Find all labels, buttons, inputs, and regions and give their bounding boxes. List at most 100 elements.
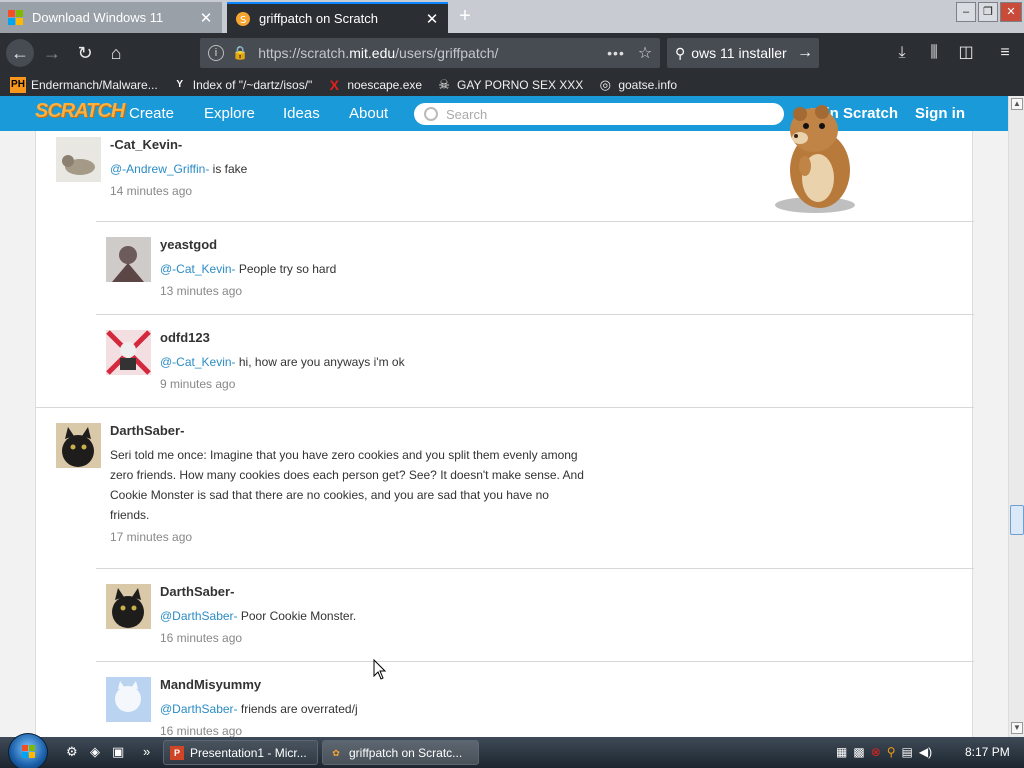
back-button[interactable]: ← [6,39,34,67]
menu-icon[interactable]: ≡ [991,39,1019,67]
scroll-up-arrow-icon[interactable]: ▲ [1011,98,1023,110]
avatar[interactable] [56,423,101,468]
avatar[interactable] [56,137,101,182]
mention-link[interactable]: @DarthSaber- [160,702,238,716]
desktop-quick-icon[interactable]: ▣ [112,744,124,760]
ph-icon: PH [10,76,26,93]
nav-ideas[interactable]: Ideas [283,96,320,131]
sign-in-link[interactable]: Sign in [915,96,965,131]
comment-body: People try so hard [235,262,337,276]
nav-explore[interactable]: Explore [204,96,255,131]
avatar[interactable] [106,237,151,282]
tray-app-icon[interactable]: ▦ [836,745,847,759]
url-domain: mit.edu [349,45,396,61]
bookmark-item[interactable]: PH Endermanch/Malware... [10,76,158,93]
task-label: griffpatch on Scratc... [349,745,463,760]
tray-app-icon[interactable]: ▩ [853,745,864,759]
comment-author[interactable]: odfd123 [160,330,210,345]
bookmark-star-icon[interactable]: ☆ [630,43,660,63]
bookmark-item[interactable]: ☠ GAY PORNO SEX XXX [436,77,583,93]
quick-launch-icon[interactable]: ⚙ [66,744,78,760]
powerpoint-icon: P [170,745,184,760]
close-tab-icon[interactable]: ✕ [198,9,214,27]
comment-author[interactable]: DarthSaber- [110,423,184,438]
new-tab-button[interactable]: + [452,5,478,29]
tab-download-windows[interactable]: Download Windows 11 ✕ [0,2,222,33]
search-go-icon[interactable]: → [797,44,819,62]
system-tray: ▦ ▩ ⊗ ⚲ ▤ ◀) [836,745,932,759]
comment-text: @DarthSaber- friends are overrated/j [160,699,640,719]
comment-author[interactable]: DarthSaber- [160,584,234,599]
task-presentation[interactable]: P Presentation1 - Micr... [163,740,318,765]
mention-link[interactable]: @-Cat_Kevin- [160,262,236,276]
tab-title: Download Windows 11 [32,10,164,25]
comment-text: @-Cat_Kevin- hi, how are you anyways i'm… [160,352,640,372]
bookmark-item[interactable]: Xnoescape.exe [326,77,422,93]
clock[interactable]: 8:17 PM [965,745,1010,759]
tray-error-icon[interactable]: ⊗ [871,745,881,759]
nav-about[interactable]: About [349,96,388,131]
tray-volume-icon[interactable]: ◀) [919,745,932,759]
window-controls: – ❐ ✕ [956,2,1022,22]
tab-griffpatch[interactable]: S griffpatch on Scratch ✕ [227,2,448,33]
browser-quick-icon[interactable]: ◈ [90,744,100,760]
task-scratch[interactable]: ✿ griffpatch on Scratc... [322,740,479,765]
comment-text: @-Cat_Kevin- People try so hard [160,259,640,279]
avatar[interactable] [106,330,151,375]
start-button[interactable] [8,733,48,768]
bookmark-label: GAY PORNO SEX XXX [457,77,584,92]
lock-icon: 🔒 [232,45,249,60]
tab-title: griffpatch on Scratch [259,11,378,26]
scratch-logo[interactable]: SCRATCH [35,100,125,123]
skull-icon: ☠ [438,76,450,92]
scroll-down-arrow-icon[interactable]: ▼ [1011,722,1023,734]
avatar[interactable] [106,584,151,629]
mention-link[interactable]: @-Andrew_Griffin- [110,162,209,176]
home-button[interactable]: ⌂ [102,39,130,67]
bookmark-label: Endermanch/Malware... [31,77,158,92]
comment-time: 16 minutes ago [160,631,243,645]
comment-author[interactable]: -Cat_Kevin- [110,137,182,152]
forward-button[interactable]: → [38,39,66,67]
divider [96,661,974,662]
scratch-task-icon: ✿ [332,747,340,758]
url-path: /users/griffpatch/ [395,45,499,61]
page-actions-icon[interactable]: ••• [602,45,630,61]
info-icon[interactable]: i [208,45,224,61]
downloads-icon[interactable]: ⤓ [888,39,916,67]
avatar[interactable] [106,677,151,722]
tray-network-icon[interactable]: ▤ [902,745,913,759]
comment-body: Poor Cookie Monster. [237,609,357,623]
tray-search-icon[interactable]: ⚲ [887,745,896,759]
sidebar-icon[interactable]: ◫ [952,39,980,67]
nav-create[interactable]: Create [129,96,174,131]
mention-link[interactable]: @-Cat_Kevin- [160,355,236,369]
more-quick-launch-icon[interactable]: » [143,744,150,759]
navigation-toolbar: ← → ↻ ⌂ i 🔒 https://scratch.mit.edu/user… [0,33,1024,73]
bookmark-item[interactable]: ◎ goatse.info [597,77,677,93]
page-scrollbar[interactable]: ▲ ▼ [1008,96,1024,737]
close-window-button[interactable]: ✕ [1000,2,1022,22]
restore-button[interactable]: ❐ [978,2,998,22]
minimize-button[interactable]: – [956,2,976,22]
scroll-thumb[interactable] [1010,505,1024,535]
svg-text:S: S [240,15,246,26]
reload-button[interactable]: ↻ [71,39,99,67]
x-icon: X [329,76,339,93]
comment-text: @-Andrew_Griffin- is fake [110,159,590,179]
comment-author[interactable]: yeastgod [160,237,217,252]
comment-author[interactable]: MandMisyummy [160,677,261,692]
comment-time: 13 minutes ago [160,284,243,298]
windows-taskbar: ⚙ ◈ ▣ » P Presentation1 - Micr... ✿ grif… [0,733,1024,768]
comment-body: hi, how are you anyways i'm ok [235,355,405,369]
scratch-search-input[interactable]: Search [414,103,784,125]
close-tab-icon[interactable]: ✕ [424,10,440,28]
mention-link[interactable]: @DarthSaber- [160,609,238,623]
comment-reply: yeastgod @-Cat_Kevin- People try so hard… [106,237,956,317]
search-bar[interactable]: ⚲ ows 11 installer → [667,38,819,68]
address-bar[interactable]: i 🔒 https://scratch.mit.edu/users/griffp… [200,38,660,68]
divider [96,568,974,569]
library-icon[interactable]: ⫼ [920,39,948,67]
bookmark-item[interactable]: Y Index of "/~dartz/isos/" [172,77,312,93]
tab-strip: Download Windows 11 ✕ S griffpatch on Sc… [0,0,1024,33]
